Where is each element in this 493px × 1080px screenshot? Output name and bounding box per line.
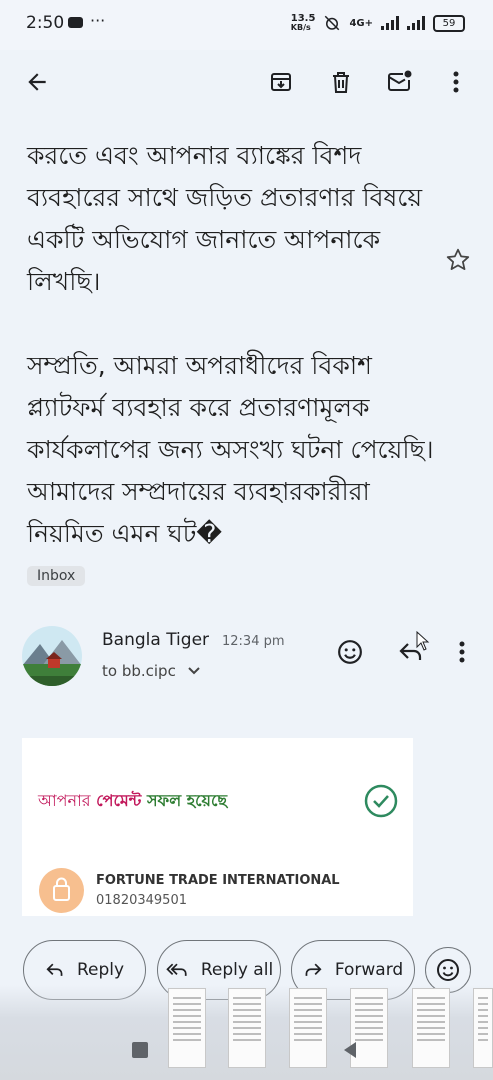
recent-thumbnail[interactable] — [473, 988, 493, 1068]
more-options-button[interactable] — [443, 67, 469, 97]
email-body: করতে এবং আপনার ব্যাঙ্কের বিশদ ব্যবহারের … — [27, 135, 447, 597]
sender-avatar[interactable] — [22, 626, 82, 686]
add-reaction-button[interactable] — [335, 637, 365, 667]
recipient-details[interactable]: to bb.cipc — [102, 662, 201, 680]
landscape-avatar-icon — [22, 626, 82, 686]
emoji-icon — [437, 959, 459, 981]
payment-title: আপনার পেমেন্ট সফল হয়েছে — [38, 791, 228, 810]
message-more-button[interactable] — [450, 637, 474, 667]
signal-icon — [381, 16, 399, 30]
forward-icon — [305, 963, 322, 976]
mouse-cursor — [415, 630, 431, 652]
cursor-icon — [416, 631, 430, 651]
app-bar — [0, 50, 493, 116]
trash-icon — [333, 72, 349, 93]
message-time: 12:34 pm — [222, 634, 285, 649]
recent-thumbnail[interactable] — [168, 988, 206, 1068]
body-paragraph-1: করতে এবং আপনার ব্যাঙ্কের বিশদ ব্যবহারের … — [27, 141, 423, 296]
star-icon — [446, 248, 470, 270]
archive-icon — [271, 73, 291, 91]
recent-thumbnail[interactable] — [289, 988, 327, 1068]
alarm-off-icon — [325, 15, 340, 31]
merchant-name: FORTUNE TRADE INTERNATIONAL — [96, 873, 340, 888]
emoji-icon — [338, 640, 362, 664]
mark-unread-icon — [388, 70, 412, 91]
chevron-down-icon — [187, 667, 200, 675]
star-button[interactable] — [445, 247, 471, 277]
shopping-bag-icon — [39, 868, 84, 913]
delete-button[interactable] — [326, 67, 356, 97]
reply-label: Reply — [76, 960, 125, 980]
status-time: 2:50 — [26, 13, 65, 33]
recent-thumbnail[interactable] — [412, 988, 450, 1068]
reply-all-label: Reply all — [200, 960, 274, 980]
arrow-back-icon — [28, 73, 46, 91]
back-nav-button[interactable] — [344, 1042, 356, 1058]
forward-label: Forward — [334, 960, 404, 980]
merchant-phone: 01820349501 — [96, 893, 187, 908]
status-right: 13.5 KB/s 4G+ 59 — [291, 14, 465, 32]
back-button[interactable] — [22, 67, 52, 97]
reply-all-icon — [166, 963, 187, 976]
mark-unread-button[interactable] — [384, 65, 416, 97]
reply-icon — [46, 963, 63, 976]
more-notifications-icon: ··· — [90, 11, 106, 30]
recents-button[interactable] — [132, 1042, 148, 1058]
more-vert-icon — [459, 641, 465, 663]
archive-button[interactable] — [266, 67, 296, 97]
body-paragraph-2: সম্প্রতি, আমরা অপরাধীদের বিকাশ প্ল্যাটফর… — [27, 351, 434, 548]
battery-icon: 59 — [433, 14, 465, 32]
net-speed: 13.5 KB/s — [290, 13, 316, 33]
recipient-text: to bb.cipc — [102, 662, 176, 680]
sender-name: Bangla Tiger — [102, 630, 210, 650]
payment-receipt-image[interactable]: আপনার পেমেন্ট সফল হয়েছে FORTUNE TRADE I… — [22, 738, 413, 916]
youtube-icon — [68, 17, 83, 28]
status-bar: 2:50 ··· 13.5 KB/s 4G+ 59 — [0, 0, 493, 50]
success-check-icon — [364, 784, 398, 822]
more-vert-icon — [453, 71, 459, 93]
recent-thumbnail[interactable] — [228, 988, 266, 1068]
inbox-label-chip[interactable]: Inbox — [27, 566, 86, 586]
network-type: 4G+ — [349, 17, 373, 29]
signal-icon-2 — [407, 16, 425, 30]
